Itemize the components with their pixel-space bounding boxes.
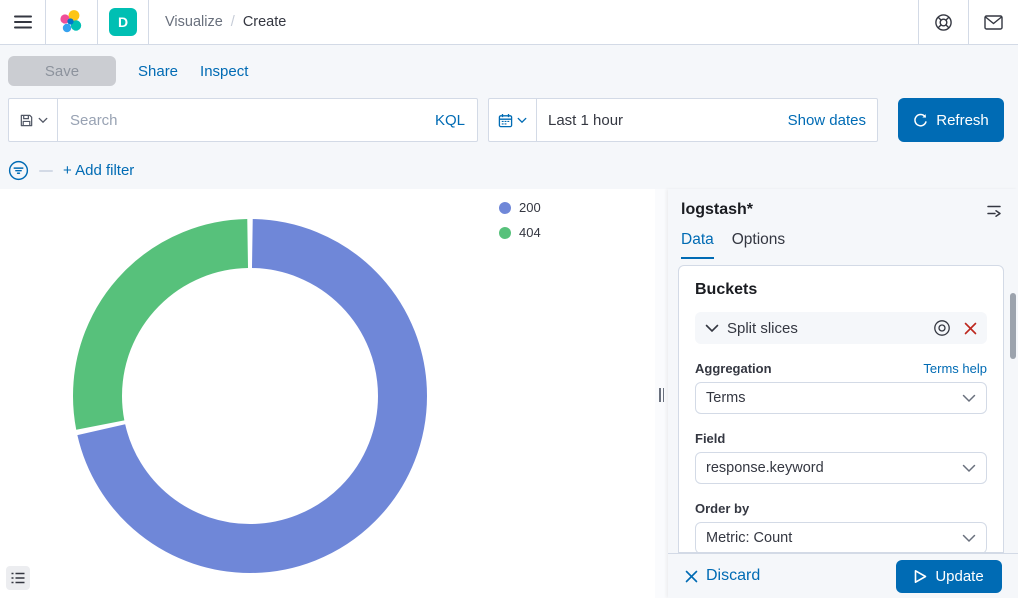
- field-value: response.keyword: [706, 460, 824, 476]
- collapse-sidebar-icon: [986, 202, 1002, 218]
- global-header: D Visualize / Create: [0, 0, 1018, 45]
- legend-dot-200: [499, 202, 511, 214]
- header-spacer: [302, 0, 918, 44]
- main-content: 200 404 logstash*: [0, 189, 1018, 598]
- legend-label-200: 200: [519, 200, 541, 215]
- discard-x-icon: [685, 570, 698, 583]
- breadcrumb-create: Create: [243, 14, 287, 30]
- legend-item-404[interactable]: 404: [499, 225, 541, 240]
- discard-label: Discard: [706, 567, 760, 585]
- query-language-button[interactable]: KQL: [435, 112, 465, 129]
- query-bar: KQL Last 1 hour Show dates: [0, 96, 1018, 142]
- vis-editor-sidebar: logstash* Data Options Buckets: [668, 189, 1018, 598]
- toggle-visibility-eye-icon[interactable]: [933, 319, 951, 337]
- share-link[interactable]: Share: [138, 63, 178, 80]
- terms-help-link[interactable]: Terms help: [923, 361, 987, 376]
- save-query-icon: [19, 113, 34, 128]
- legend-dot-404: [499, 227, 511, 239]
- date-quick-select-button[interactable]: [488, 98, 537, 142]
- order-by-value: Metric: Count: [706, 530, 792, 546]
- chevron-down-icon: [962, 464, 976, 473]
- save-button[interactable]: Save: [8, 56, 116, 86]
- chart-legend: 200 404: [499, 200, 541, 240]
- play-icon: [914, 569, 927, 584]
- space-badge: D: [109, 8, 137, 36]
- field-select[interactable]: response.keyword: [695, 452, 987, 484]
- chevron-down-icon: [517, 117, 527, 124]
- chevron-down-icon: [962, 534, 976, 543]
- aggregation-label-row: Aggregation Terms help: [695, 361, 987, 376]
- donut-chart[interactable]: [72, 218, 428, 574]
- order-by-label-row: Order by: [695, 501, 987, 516]
- split-row-actions: [933, 319, 977, 337]
- newsfeed-button[interactable]: [968, 0, 1018, 44]
- discard-button[interactable]: Discard: [685, 567, 760, 585]
- date-picker-group: Last 1 hour Show dates: [488, 98, 878, 142]
- add-filter-link[interactable]: + Add filter: [63, 162, 134, 179]
- saved-query-button[interactable]: [8, 98, 58, 142]
- split-slices-label: Split slices: [727, 320, 933, 337]
- space-selector[interactable]: D: [98, 0, 149, 44]
- aggregation-label: Aggregation: [695, 361, 772, 376]
- update-label: Update: [935, 568, 983, 585]
- hamburger-icon: [14, 15, 32, 29]
- filter-bar: + Add filter: [0, 142, 1018, 189]
- tab-data[interactable]: Data: [681, 231, 714, 259]
- time-range-value[interactable]: Last 1 hour: [548, 112, 623, 129]
- order-by-label: Order by: [695, 501, 749, 516]
- filter-icon[interactable]: [8, 160, 29, 181]
- show-dates-link[interactable]: Show dates: [788, 112, 866, 129]
- refresh-label: Refresh: [936, 112, 989, 129]
- split-slices-row[interactable]: Split slices: [695, 312, 987, 344]
- chevron-down-icon: [962, 394, 976, 403]
- refresh-icon: [913, 113, 928, 128]
- update-button[interactable]: Update: [896, 560, 1002, 593]
- sidebar-tabs: Data Options: [678, 219, 1004, 259]
- field-label-row: Field: [695, 431, 987, 446]
- legend-label-404: 404: [519, 225, 541, 240]
- chevron-down-icon: [38, 117, 48, 124]
- elastic-logo-icon: [59, 9, 85, 35]
- help-icon: [934, 13, 953, 32]
- inspect-link[interactable]: Inspect: [200, 63, 248, 80]
- buckets-title: Buckets: [695, 281, 987, 299]
- visualization-panel: 200 404: [0, 189, 655, 598]
- legend-toggle-button[interactable]: [6, 566, 30, 590]
- search-input[interactable]: [70, 112, 435, 129]
- buckets-panel: Buckets Split slices: [678, 265, 1004, 553]
- sidebar-action-bar: Discard Update: [668, 553, 1018, 598]
- aggregation-value: Terms: [706, 390, 745, 406]
- date-range-display: Last 1 hour Show dates: [536, 98, 878, 142]
- breadcrumb-separator: /: [231, 14, 235, 30]
- mail-icon: [984, 15, 1003, 30]
- kibana-visualize-editor: D Visualize / Create Save Share Inspect: [0, 0, 1018, 598]
- calendar-icon: [498, 113, 513, 128]
- legend-toggle-icon: [11, 572, 25, 584]
- refresh-button[interactable]: Refresh: [898, 98, 1004, 142]
- filter-bar-divider: [39, 170, 53, 172]
- legend-item-200[interactable]: 200: [499, 200, 541, 215]
- search-input-container: KQL: [57, 98, 478, 142]
- editor-toolbar: Save Share Inspect: [0, 45, 1018, 96]
- panel-resize-handle[interactable]: [655, 189, 668, 598]
- order-by-select[interactable]: Metric: Count: [695, 522, 987, 553]
- tab-options[interactable]: Options: [732, 231, 785, 259]
- breadcrumb: Visualize / Create: [149, 0, 302, 44]
- chevron-down-icon: [705, 324, 719, 333]
- remove-bucket-icon[interactable]: [964, 322, 977, 335]
- sidebar-scrollbar-thumb[interactable]: [1010, 293, 1016, 359]
- field-label: Field: [695, 431, 725, 446]
- aggregation-select[interactable]: Terms: [695, 382, 987, 414]
- breadcrumb-visualize[interactable]: Visualize: [165, 14, 223, 30]
- sidebar-header: logstash*: [678, 189, 1004, 219]
- collapse-sidebar-button[interactable]: [986, 202, 1002, 218]
- resize-grab-icon: [659, 388, 664, 402]
- index-pattern-title: logstash*: [681, 201, 753, 219]
- elastic-logo[interactable]: [46, 0, 98, 44]
- menu-button[interactable]: [0, 0, 46, 44]
- help-button[interactable]: [918, 0, 968, 44]
